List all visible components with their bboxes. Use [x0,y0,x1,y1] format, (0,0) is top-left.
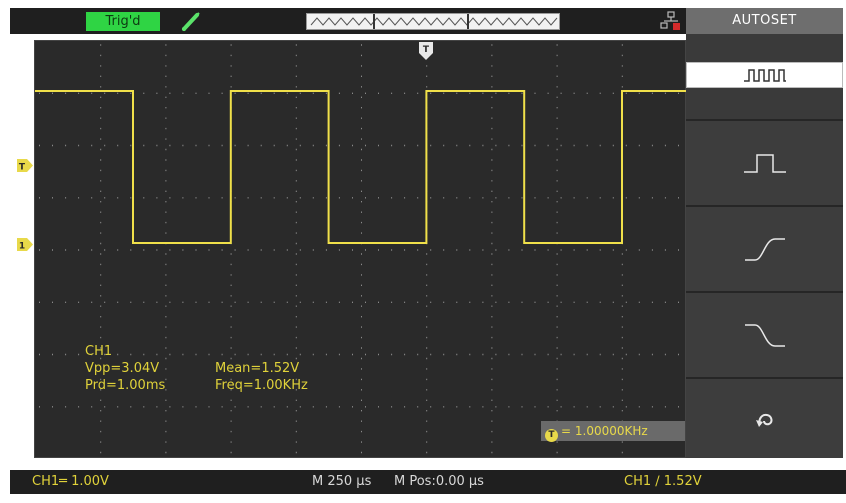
trigger-frequency-value: = 1.00000KHz [561,424,648,438]
measurement-channel: CH1 [85,344,113,359]
multi-period-button[interactable] [686,62,843,88]
memory-view-window [373,14,469,29]
ch1-ground-marker-icon[interactable]: 1 [17,238,34,251]
rising-edge-button[interactable] [686,205,843,291]
trigger-status-badge: Trig'd [86,12,160,31]
measurement-frequency: Freq=1.00KHz [215,378,308,393]
svg-text:1: 1 [19,242,25,252]
measurement-mean: Mean=1.52V [215,361,300,376]
single-period-button[interactable] [686,119,843,205]
graticule [35,44,687,454]
falling-edge-icon [744,324,785,347]
trigger-info-readout: CH1 ∕ 1.52V [624,474,702,489]
memory-position-strip [306,13,560,30]
multi-period-icon [743,69,786,82]
trigger-level-marker-icon[interactable]: T [17,159,34,172]
waveform-screen[interactable]: CH1 Vpp=3.04V Mean=1.52V Prd=1.00ms Freq… [34,40,687,458]
network-icon [660,11,680,30]
trigger-frequency-counter: T = 1.00000KHz [541,421,685,442]
ch1-waveform-trace [35,90,687,244]
falling-edge-button[interactable] [686,291,843,377]
timebase-readout: M 250 µs [312,474,372,489]
single-period-icon [743,154,786,173]
measurement-period: Prd=1.00ms [85,378,166,393]
ch1-scale-readout: CH1═ 1.00V [32,474,109,489]
svg-text:T: T [423,45,430,55]
menu-title: AUTOSET [686,8,843,34]
trigger-position-marker-icon[interactable]: T [419,42,433,60]
trigger-icon: T [545,429,558,442]
main-position-readout: M Pos:0.00 µs [394,474,484,489]
rising-edge-icon [744,238,785,261]
oscilloscope-display: Trig'd CH1 Vpp=3.04V Mean=1.52V Prd=1.00 [0,0,846,503]
probe-icon [182,12,200,31]
status-bar: Trig'd [10,8,686,34]
svg-text:T: T [19,163,26,173]
bottom-status-bar: CH1═ 1.00V M 250 µs M Pos:0.00 µs CH1 ∕ … [10,470,846,494]
measurement-vpp: Vpp=3.04V [85,361,160,376]
undo-autoset-button[interactable] [686,377,843,458]
undo-icon [755,413,772,427]
autoset-menu: AUTOSET [686,8,843,458]
